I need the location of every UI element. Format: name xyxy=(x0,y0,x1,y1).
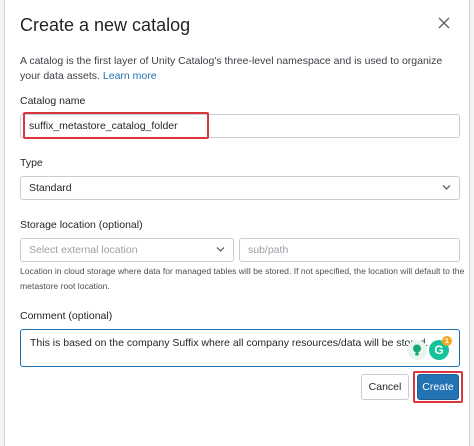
type-select[interactable]: Standard xyxy=(20,176,460,200)
external-location-placeholder: Select external location xyxy=(29,244,138,256)
comment-label: Comment (optional) xyxy=(20,310,113,322)
type-value: Standard xyxy=(29,182,72,194)
storage-location-hint: Location in cloud storage where data for… xyxy=(20,266,465,291)
catalog-name-label: Catalog name xyxy=(20,95,86,107)
type-label: Type xyxy=(20,157,43,169)
external-location-select[interactable]: Select external location xyxy=(20,238,234,262)
close-icon[interactable] xyxy=(435,14,453,32)
description-text: A catalog is the first layer of Unity Ca… xyxy=(20,55,443,82)
dialog-description: A catalog is the first layer of Unity Ca… xyxy=(20,54,460,84)
learn-more-link[interactable]: Learn more xyxy=(103,70,157,82)
chevron-down-icon xyxy=(442,185,451,190)
comment-value: This is based on the company Suffix wher… xyxy=(30,337,429,349)
subpath-input[interactable]: sub/path xyxy=(239,238,460,262)
grammarly-badge: 1 xyxy=(442,336,452,346)
cancel-button[interactable]: Cancel xyxy=(361,374,409,400)
chevron-down-icon xyxy=(216,247,225,252)
subpath-placeholder: sub/path xyxy=(248,244,289,256)
highlight-create-button xyxy=(413,371,463,403)
storage-location-label: Storage location (optional) xyxy=(20,219,143,231)
create-catalog-dialog: Create a new catalog A catalog is the fi… xyxy=(4,0,470,446)
extension-bulb-icon[interactable] xyxy=(407,340,427,360)
dialog-title: Create a new catalog xyxy=(20,15,191,35)
comment-textarea[interactable]: This is based on the company Suffix wher… xyxy=(20,329,460,367)
lightbulb-icon xyxy=(413,344,421,356)
highlight-catalog-name xyxy=(23,112,209,139)
grammarly-glyph: G xyxy=(434,343,444,357)
